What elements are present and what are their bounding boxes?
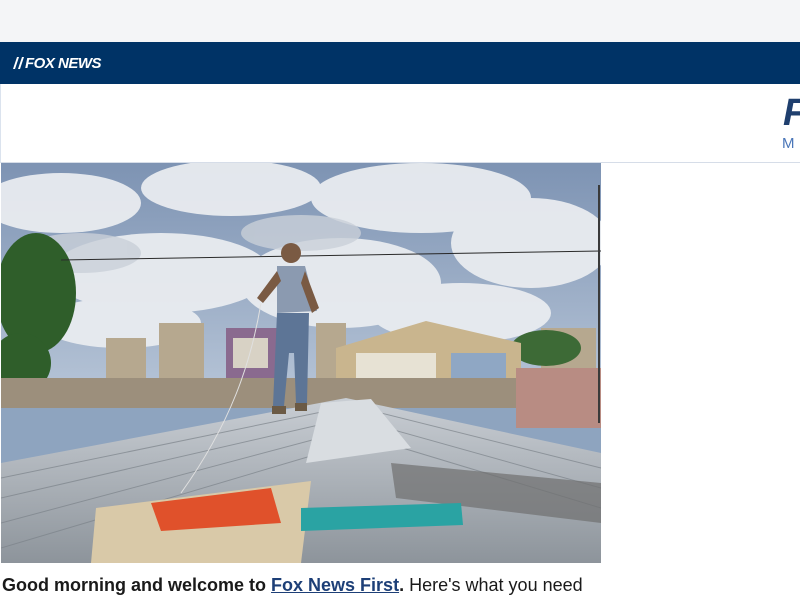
hero-image[interactable] <box>1 163 601 563</box>
hero-photo-illustration <box>1 163 601 563</box>
logo-text: FOX NEWS <box>25 54 102 72</box>
browser-top-strip <box>0 0 800 42</box>
fox-news-logo[interactable]: FOX NEWS <box>12 52 102 74</box>
newsletter-masthead: F M <box>0 84 800 163</box>
intro-paragraph: Good morning and welcome to Fox News Fir… <box>2 575 782 596</box>
fox-logo-icon <box>13 57 24 69</box>
fox-news-first-link[interactable]: Fox News First <box>271 575 399 595</box>
masthead-title: F <box>783 92 800 135</box>
intro-rest: Here's what you need <box>404 575 583 595</box>
masthead-subtitle: M <box>782 135 795 152</box>
site-header: FOX NEWS <box>0 42 800 87</box>
intro-greeting: Good morning and welcome to <box>2 575 267 595</box>
